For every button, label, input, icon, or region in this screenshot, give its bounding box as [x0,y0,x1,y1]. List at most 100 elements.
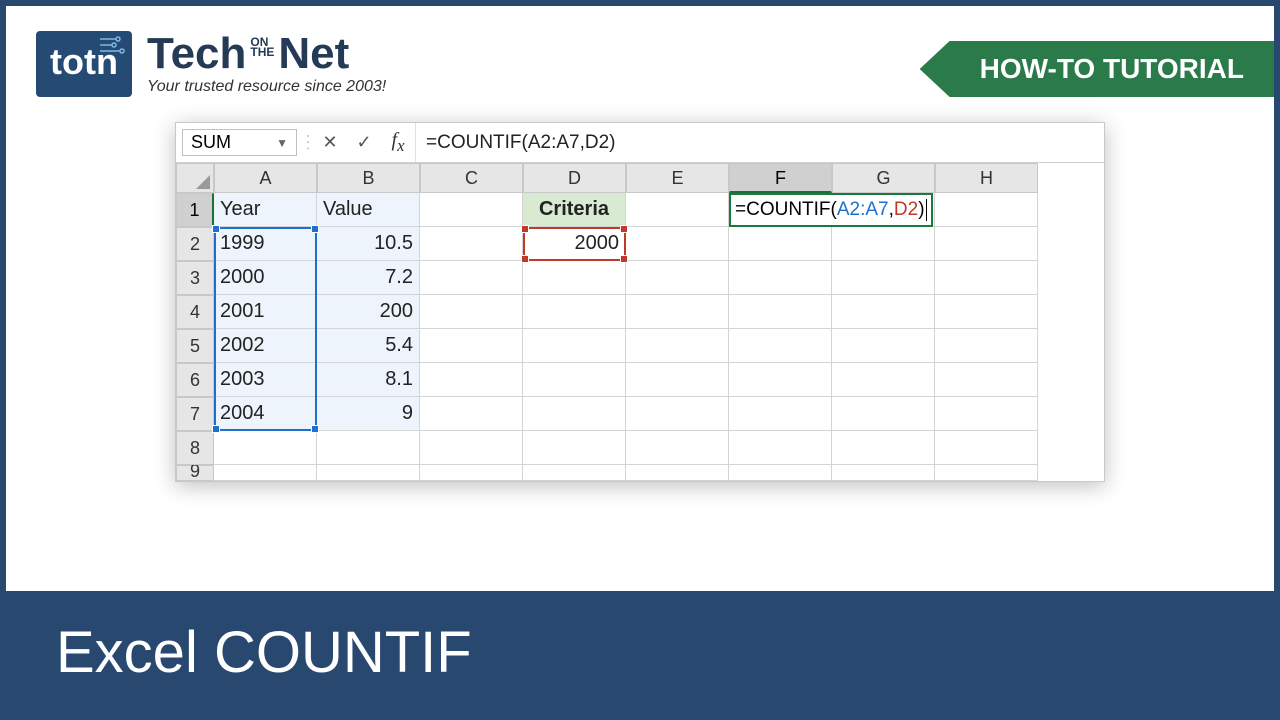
cell-C3[interactable] [420,261,523,295]
logo-block: totn Tech ON THE Net [36,31,386,97]
cell-H4[interactable] [935,295,1038,329]
cell-D5[interactable] [523,329,626,363]
cell-A1[interactable]: Year [214,193,317,227]
cell-H9[interactable] [935,465,1038,481]
cell-B6[interactable]: 8.1 [317,363,420,397]
cell-H5[interactable] [935,329,1038,363]
cell-E2[interactable] [626,227,729,261]
cell-C9[interactable] [420,465,523,481]
cell-B8[interactable] [317,431,420,465]
cell-G8[interactable] [832,431,935,465]
row-header-6[interactable]: 6 [176,363,214,397]
cancel-icon[interactable]: ✕ [313,123,347,162]
cell-F3[interactable] [729,261,832,295]
cell-G2[interactable] [832,227,935,261]
row-header-8[interactable]: 8 [176,431,214,465]
row-header-9[interactable]: 9 [176,465,214,481]
cell-F7[interactable] [729,397,832,431]
cell-H7[interactable] [935,397,1038,431]
cell-D3[interactable] [523,261,626,295]
cell-E1[interactable] [626,193,729,227]
chevron-down-icon: ▼ [276,136,288,150]
cell-C7[interactable] [420,397,523,431]
table-row: 6 2003 8.1 [176,363,1104,397]
fx-icon[interactable]: fx [381,123,415,162]
row-header-7[interactable]: 7 [176,397,214,431]
cell-E4[interactable] [626,295,729,329]
cell-G4[interactable] [832,295,935,329]
row-header-3[interactable]: 3 [176,261,214,295]
cell-G9[interactable] [832,465,935,481]
col-header-B[interactable]: B [317,163,420,193]
row-header-1[interactable]: 1 [176,193,214,227]
cell-C8[interactable] [420,431,523,465]
cell-A9[interactable] [214,465,317,481]
cell-B9[interactable] [317,465,420,481]
cell-H2[interactable] [935,227,1038,261]
cell-F6[interactable] [729,363,832,397]
formula-input[interactable]: =COUNTIF(A2:A7,D2) [415,123,1104,162]
spreadsheet-grid[interactable]: A B C D E F G H 1 Year Value [176,163,1104,481]
select-all-corner[interactable] [176,163,214,193]
cell-F4[interactable] [729,295,832,329]
cell-E9[interactable] [626,465,729,481]
col-header-F[interactable]: F [729,163,832,193]
cell-C4[interactable] [420,295,523,329]
cell-A3[interactable]: 2000 [214,261,317,295]
cell-B1[interactable]: Value [317,193,420,227]
col-header-A[interactable]: A [214,163,317,193]
name-box[interactable]: SUM ▼ [182,129,297,156]
cell-D9[interactable] [523,465,626,481]
col-header-E[interactable]: E [626,163,729,193]
cell-E6[interactable] [626,363,729,397]
cell-G7[interactable] [832,397,935,431]
cell-A8[interactable] [214,431,317,465]
cell-B2[interactable]: 10.5 [317,227,420,261]
col-header-H[interactable]: H [935,163,1038,193]
footer-accent [6,591,46,714]
cell-F8[interactable] [729,431,832,465]
cell-D1[interactable]: Criteria [523,193,626,227]
row-header-2[interactable]: 2 [176,227,214,261]
cell-G1[interactable] [832,193,935,227]
cell-D6[interactable] [523,363,626,397]
enter-icon[interactable]: ✓ [347,123,381,162]
cell-B5[interactable]: 5.4 [317,329,420,363]
cell-H8[interactable] [935,431,1038,465]
cell-C6[interactable] [420,363,523,397]
cell-H3[interactable] [935,261,1038,295]
cell-C2[interactable] [420,227,523,261]
cell-B3[interactable]: 7.2 [317,261,420,295]
cell-H1[interactable] [935,193,1038,227]
cell-G6[interactable] [832,363,935,397]
cell-D2[interactable]: 2000 [523,227,626,261]
cell-G3[interactable] [832,261,935,295]
cell-A7[interactable]: 2004 [214,397,317,431]
col-header-G[interactable]: G [832,163,935,193]
cell-F2[interactable] [729,227,832,261]
cell-F1[interactable] [729,193,832,227]
cell-D7[interactable] [523,397,626,431]
col-header-C[interactable]: C [420,163,523,193]
cell-C5[interactable] [420,329,523,363]
cell-B4[interactable]: 200 [317,295,420,329]
cell-A4[interactable]: 2001 [214,295,317,329]
cell-D8[interactable] [523,431,626,465]
cell-E3[interactable] [626,261,729,295]
cell-E5[interactable] [626,329,729,363]
cell-E8[interactable] [626,431,729,465]
cell-D4[interactable] [523,295,626,329]
cell-A2[interactable]: 1999 [214,227,317,261]
cell-A5[interactable]: 2002 [214,329,317,363]
cell-H6[interactable] [935,363,1038,397]
row-header-5[interactable]: 5 [176,329,214,363]
cell-E7[interactable] [626,397,729,431]
row-header-4[interactable]: 4 [176,295,214,329]
cell-G5[interactable] [832,329,935,363]
col-header-D[interactable]: D [523,163,626,193]
cell-F9[interactable] [729,465,832,481]
cell-C1[interactable] [420,193,523,227]
cell-A6[interactable]: 2003 [214,363,317,397]
cell-F5[interactable] [729,329,832,363]
cell-B7[interactable]: 9 [317,397,420,431]
